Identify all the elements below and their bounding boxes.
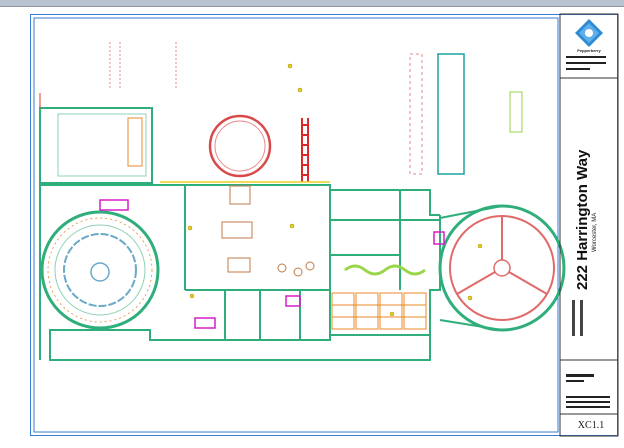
left-rotunda: [40, 210, 160, 330]
sheet-number: XC1.1: [577, 420, 605, 431]
project-address: 222 Harrington Way: [574, 149, 591, 290]
company-logo-icon: [575, 19, 603, 47]
project-city: Worcester, MA: [592, 212, 598, 252]
brand-name: Pepperberry: [577, 48, 601, 53]
red-trellis: [301, 118, 309, 182]
right-rotunda: [438, 204, 566, 332]
drawing-sheet: Pepperberry 222 Harrington Way Worcester…: [0, 0, 624, 448]
seating-rows: [331, 292, 427, 330]
floor-plan: [33, 13, 619, 437]
